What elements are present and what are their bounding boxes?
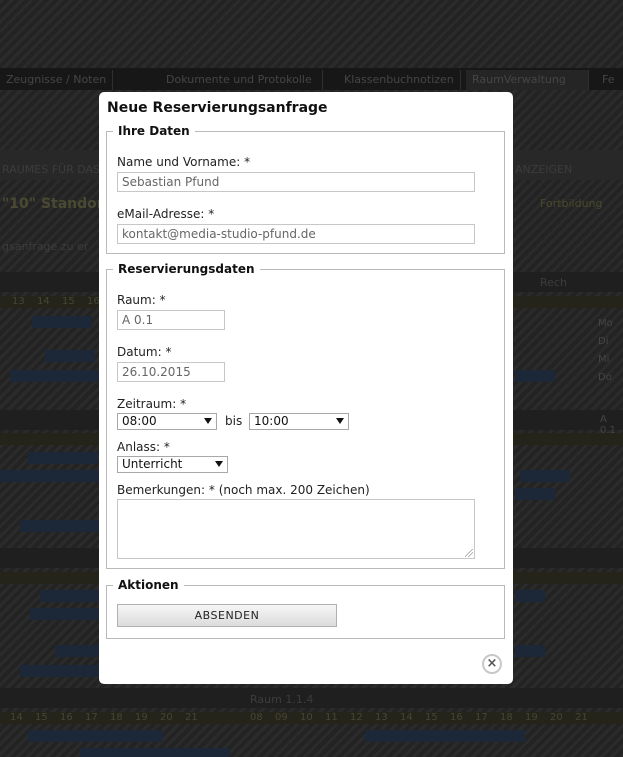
time-to-select[interactable]: 10:00 [249, 413, 349, 430]
date-field[interactable]: 26.10.2015 [117, 362, 225, 382]
actions-fieldset: Aktionen ABSENDEN [106, 578, 505, 639]
chevron-down-icon [215, 461, 223, 467]
date-label: Datum: * [117, 345, 172, 359]
personal-data-fieldset: Ihre Daten Name und Vorname: * Sebastian… [106, 124, 505, 254]
email-label: eMail-Adresse: * [117, 207, 215, 221]
resize-grip-icon[interactable] [465, 549, 473, 557]
notes-textarea[interactable] [117, 499, 475, 559]
name-label: Name und Vorname: * [117, 155, 251, 169]
chevron-down-icon [336, 418, 344, 424]
time-to-value: 10:00 [254, 414, 289, 428]
time-from-value: 08:00 [122, 414, 157, 428]
occasion-select[interactable]: Unterricht [117, 456, 228, 473]
room-label: Raum: * [117, 293, 166, 307]
dialog-title: Neue Reservierungsanfrage [107, 100, 328, 116]
time-from-select[interactable]: 08:00 [117, 413, 217, 430]
room-field[interactable]: A 0.1 [117, 310, 225, 330]
reservation-data-legend: Reservierungsdaten [118, 262, 255, 276]
time-separator: bis [225, 414, 243, 428]
personal-data-legend: Ihre Daten [118, 124, 190, 138]
close-icon[interactable]: × [482, 654, 502, 674]
actions-legend: Aktionen [118, 578, 179, 592]
email-field[interactable]: kontakt@media-studio-pfund.de [117, 224, 475, 244]
reservation-request-dialog: Neue Reservierungsanfrage Ihre Daten Nam… [99, 92, 513, 684]
submit-button[interactable]: ABSENDEN [117, 604, 337, 627]
name-field[interactable]: Sebastian Pfund [117, 172, 475, 192]
occasion-label: Anlass: * [117, 440, 170, 454]
reservation-data-fieldset: Reservierungsdaten Raum: * A 0.1 Datum: … [106, 262, 505, 569]
notes-label: Bemerkungen: * (noch max. 200 Zeichen) [117, 483, 370, 497]
time-label: Zeitraum: * [117, 397, 187, 411]
occasion-value: Unterricht [122, 457, 183, 471]
chevron-down-icon [204, 418, 212, 424]
